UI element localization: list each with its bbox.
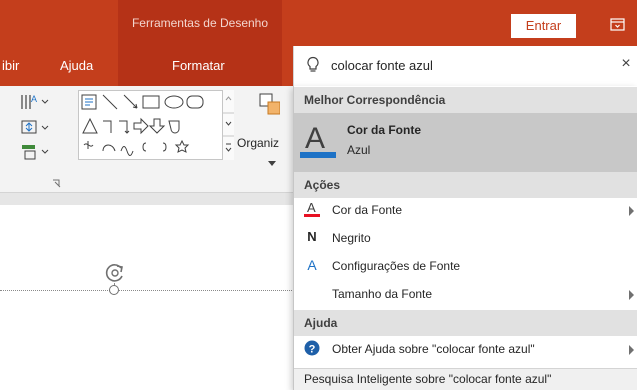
arrange-dropdown-icon[interactable] — [268, 156, 276, 166]
shapes-gallery[interactable] — [78, 90, 233, 160]
best-match-subtitle: Azul — [347, 143, 371, 157]
svg-text:A: A — [307, 200, 316, 215]
best-match-header: Melhor Correspondência — [294, 87, 637, 113]
tab-formatar[interactable]: Formatar — [172, 46, 225, 86]
action-bold-label: Negrito — [332, 231, 371, 245]
help-item-label: Obter Ajuda sobre "colocar fonte azul" — [332, 342, 535, 356]
resize-handle[interactable] — [109, 285, 119, 295]
help-header: Ajuda — [294, 310, 637, 336]
font-color-large-icon: A — [300, 120, 336, 160]
dialog-launcher-icon[interactable] — [52, 178, 62, 188]
action-font-settings-label: Configurações de Fonte — [332, 259, 461, 273]
svg-text:A: A — [31, 94, 37, 104]
close-icon[interactable]: × — [618, 54, 634, 74]
font-color-icon: A — [304, 200, 320, 218]
help-icon: ? — [304, 340, 320, 358]
tab-exibir[interactable]: ibir — [2, 46, 19, 86]
font-settings-icon: A — [307, 257, 317, 273]
action-font-size-label: Tamanho da Fonte — [332, 287, 433, 301]
ribbon-display-options-icon[interactable] — [606, 13, 630, 37]
lightbulb-icon — [305, 56, 321, 74]
chevron-right-icon — [629, 289, 635, 300]
smartart-icon[interactable] — [20, 142, 54, 162]
signin-button[interactable]: Entrar — [511, 14, 576, 38]
align-text-icon[interactable]: A — [20, 92, 54, 112]
best-match-item[interactable] — [294, 113, 637, 172]
action-font-color-label: Cor da Fonte — [332, 203, 403, 217]
chevron-right-icon — [629, 344, 635, 355]
arrange-button-label[interactable]: Organiz — [237, 136, 279, 150]
chevron-right-icon — [629, 205, 635, 216]
tab-ajuda[interactable]: Ajuda — [60, 46, 93, 86]
svg-text:A: A — [305, 122, 325, 155]
shape-outline — [0, 290, 300, 291]
text-box-icon[interactable] — [20, 118, 54, 138]
contextual-tab-title: Ferramentas de Desenho — [131, 16, 269, 30]
bold-icon: N — [307, 229, 317, 244]
best-match-title: Cor da Fonte — [347, 123, 421, 137]
actions-header: Ações — [294, 172, 637, 198]
svg-text:?: ? — [309, 344, 316, 356]
rotate-handle-icon[interactable] — [104, 262, 126, 284]
smart-lookup-link[interactable]: Pesquisa Inteligente sobre "colocar font… — [294, 368, 637, 390]
arrange-icon[interactable] — [258, 92, 281, 122]
gallery-scrollbar[interactable] — [222, 90, 234, 160]
search-input[interactable] — [331, 54, 591, 76]
